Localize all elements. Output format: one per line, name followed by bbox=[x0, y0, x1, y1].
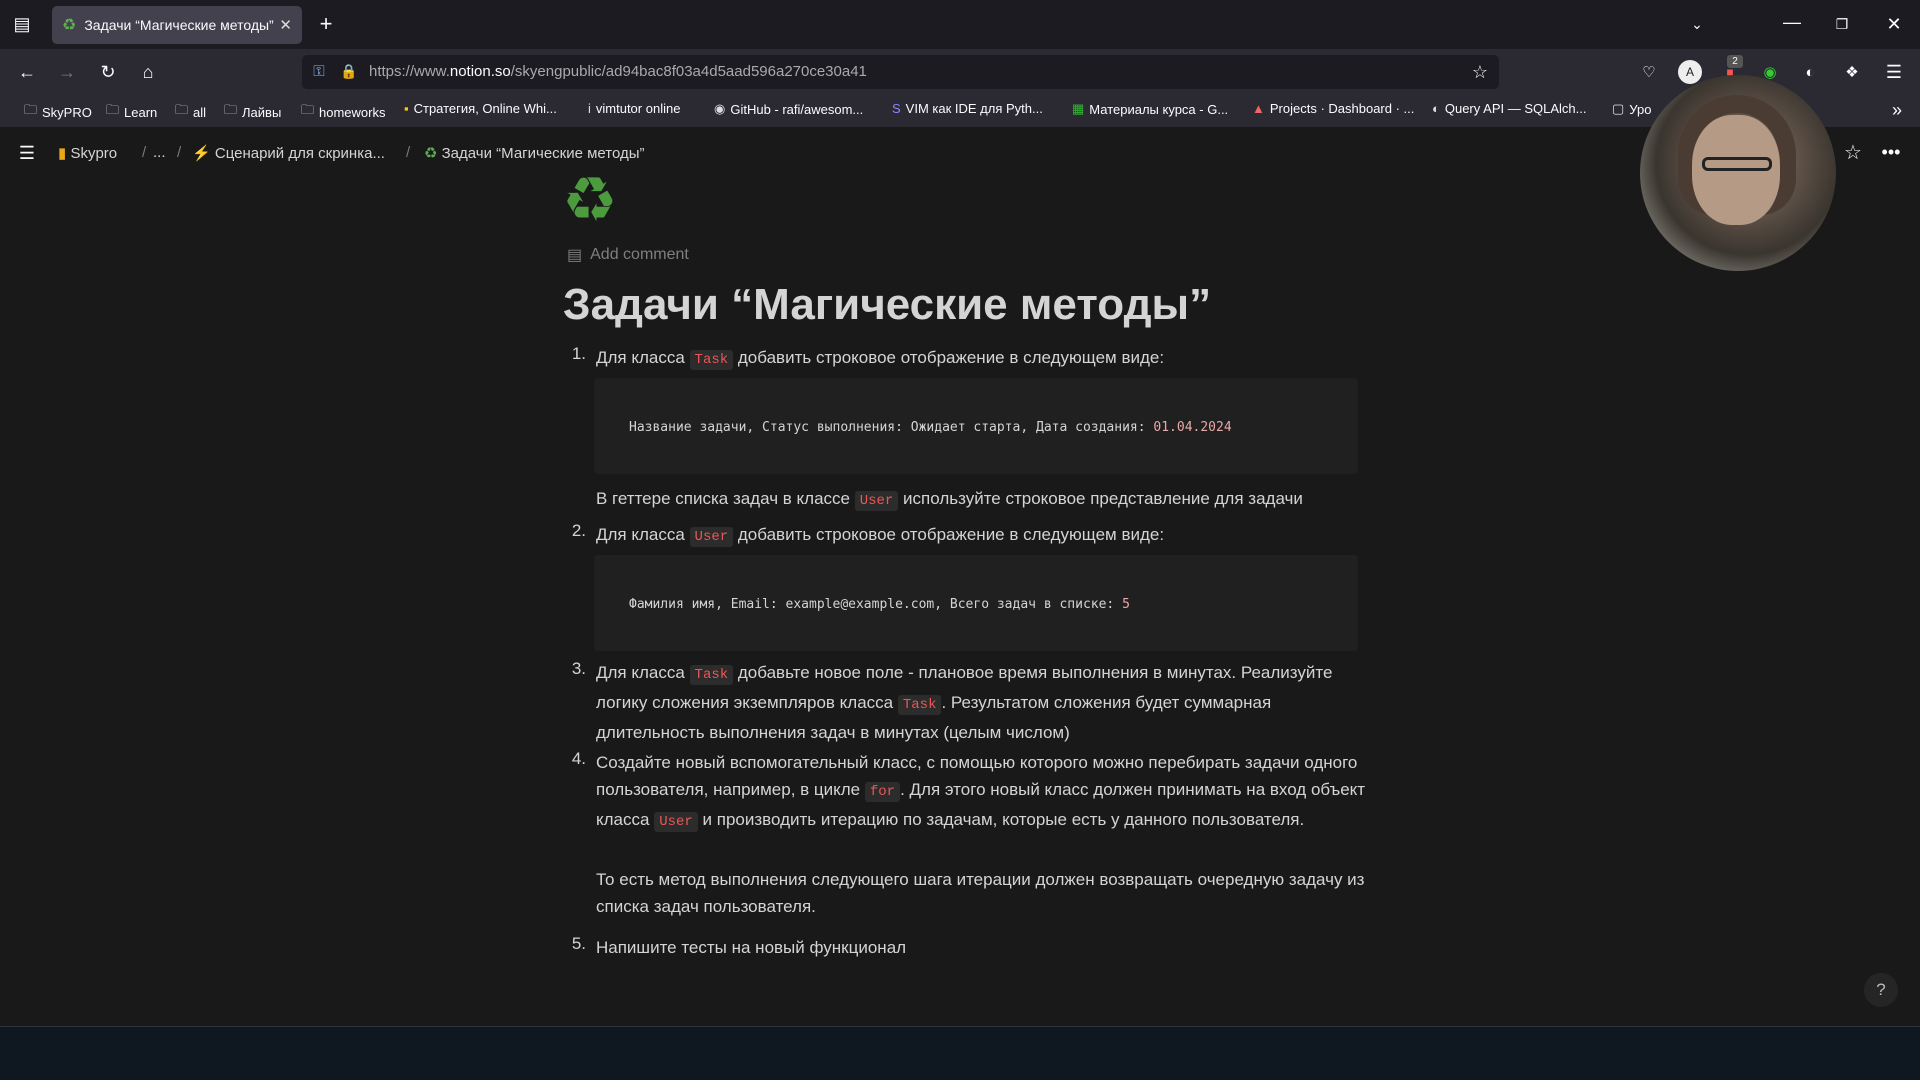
list-number: 3. bbox=[571, 659, 586, 678]
bookmark-item[interactable]: ▦ Материалы курса - G... bbox=[1072, 101, 1228, 117]
home-icon[interactable]: ⌂ bbox=[136, 60, 160, 84]
paragraph-text[interactable]: В геттере списка задач в классе User исп… bbox=[596, 485, 1366, 515]
skypro-icon: ▮ bbox=[58, 145, 67, 162]
extension-globe-icon[interactable]: ◐ bbox=[1798, 60, 1822, 84]
code-block-text: Фамилия имя, Email: example@example.com,… bbox=[629, 597, 1130, 612]
info-icon: i bbox=[588, 101, 591, 116]
sidebar-toggle-icon[interactable]: ☰ bbox=[14, 141, 40, 165]
comment-icon: ▤ bbox=[567, 247, 583, 264]
s-icon: S bbox=[892, 101, 901, 116]
extension-badge: 2 bbox=[1727, 55, 1743, 68]
lock-icon[interactable]: 🔒 bbox=[338, 60, 360, 82]
breadcrumb-current-page[interactable]: ♻ Задачи “Магические методы” bbox=[424, 144, 645, 162]
lightning-icon: ⚡ bbox=[192, 145, 211, 162]
bookmarks-overflow-icon[interactable]: » bbox=[1885, 98, 1909, 122]
minimize-icon[interactable]: — bbox=[1780, 10, 1804, 34]
favorite-star-icon[interactable]: ☆ bbox=[1840, 139, 1866, 165]
more-options-icon[interactable]: ••• bbox=[1878, 139, 1904, 165]
bookmark-item[interactable]: ▪ Стратегия, Online Whi... bbox=[404, 101, 557, 116]
webcam-avatar bbox=[1640, 75, 1836, 271]
miro-icon: ▪ bbox=[404, 101, 409, 116]
account-icon[interactable]: A bbox=[1678, 60, 1702, 84]
pocket-icon[interactable]: ♡ bbox=[1637, 60, 1661, 84]
breadcrumb-ellipsis[interactable]: ... bbox=[153, 144, 166, 161]
inline-code: Task bbox=[897, 695, 942, 715]
shield-icon[interactable]: ⚿ bbox=[308, 60, 330, 82]
list-item-text[interactable]: Создайте новый вспомогательный класс, с … bbox=[596, 749, 1366, 836]
folder-icon: 🗀 bbox=[224, 102, 238, 117]
bookmark-item[interactable]: i vimtutor online bbox=[588, 101, 680, 116]
forward-icon[interactable]: → bbox=[55, 60, 79, 84]
list-item-text[interactable]: Для класса User добавить строковое отобр… bbox=[596, 521, 1366, 551]
bookmark-item[interactable]: ▲ Projects · Dashboard · ... bbox=[1252, 101, 1414, 116]
page-title[interactable]: Задачи “Магические методы” bbox=[563, 280, 1211, 330]
breadcrumb-skypro[interactable]: ▮ Skypro bbox=[58, 144, 117, 162]
extensions-puzzle-icon[interactable]: ❖ bbox=[1840, 60, 1864, 84]
add-comment-button[interactable]: ▤ Add comment bbox=[567, 245, 689, 265]
page-icon-recycle[interactable]: ♻ bbox=[562, 170, 618, 232]
github-icon: ◉ bbox=[714, 101, 726, 116]
tab-title: Задачи “Магические методы” bbox=[84, 17, 274, 33]
globe-icon: ◐ bbox=[1432, 101, 1440, 116]
code-block-text: Название задачи, Статус выполнения: Ожид… bbox=[629, 420, 1232, 435]
bookmark-item[interactable]: 🗀 all bbox=[175, 101, 206, 123]
url-text[interactable]: https://www.notion.so/skyengpublic/ad94b… bbox=[369, 63, 867, 80]
bookmark-item[interactable]: 🗀 homeworks bbox=[301, 101, 385, 123]
menu-hamburger-icon[interactable]: ☰ bbox=[1882, 60, 1906, 84]
restore-icon[interactable]: ❐ bbox=[1830, 12, 1854, 36]
bookmark-item[interactable]: ◐ Query API — SQLAlch... bbox=[1432, 101, 1586, 116]
bookmark-item[interactable]: ◉ GitHub - rafi/awesom... bbox=[714, 101, 863, 117]
folder-icon: 🗀 bbox=[175, 102, 189, 117]
list-number: 1. bbox=[571, 344, 586, 363]
taskbar-strip bbox=[0, 1026, 1920, 1080]
inline-code: Task bbox=[689, 665, 734, 685]
tab-list-icon[interactable]: ⌄ bbox=[1685, 12, 1709, 36]
help-button[interactable]: ? bbox=[1864, 973, 1898, 1007]
bookmark-star-icon[interactable]: ☆ bbox=[1468, 60, 1492, 84]
list-number: 5. bbox=[571, 934, 586, 953]
recycle-icon: ♻ bbox=[424, 145, 438, 162]
bookmark-item[interactable]: 🗀 Лайвы bbox=[224, 101, 281, 123]
folder-icon: 🗀 bbox=[106, 102, 120, 117]
close-window-icon[interactable]: ✕ bbox=[1882, 12, 1906, 36]
breadcrumb-scenario[interactable]: ⚡ Сценарий для скринка... bbox=[192, 144, 385, 162]
recycle-icon: ♻ bbox=[62, 17, 77, 34]
breadcrumb-separator: / bbox=[142, 144, 147, 161]
reload-icon[interactable]: ↻ bbox=[96, 60, 120, 84]
bookmark-item[interactable]: ▢ Уро bbox=[1612, 101, 1651, 117]
breadcrumb-separator: / bbox=[177, 144, 182, 161]
list-item-text[interactable]: Для класса Task добавьте новое поле - пл… bbox=[596, 659, 1366, 746]
inline-code: User bbox=[854, 491, 899, 511]
list-number: 2. bbox=[571, 521, 586, 540]
tab-overview-icon[interactable]: ▤ bbox=[10, 12, 34, 36]
browser-tab-active[interactable]: ♻ Задачи “Магические методы” ✕ bbox=[52, 6, 302, 44]
paragraph-text[interactable]: То есть метод выполнения следующего шага… bbox=[596, 866, 1366, 920]
inline-code: Task bbox=[689, 350, 734, 370]
inline-code: User bbox=[654, 812, 698, 832]
list-item-text[interactable]: Для класса Task добавить строковое отобр… bbox=[596, 344, 1366, 374]
folder-icon: 🗀 bbox=[301, 102, 315, 117]
inline-code: for bbox=[864, 782, 901, 802]
close-tab-icon[interactable]: ✕ bbox=[279, 16, 292, 34]
bookmark-item[interactable]: 🗀 Learn bbox=[106, 101, 157, 123]
list-item-text[interactable]: Напишите тесты на новый функционал bbox=[596, 934, 1366, 961]
list-number: 4. bbox=[571, 749, 586, 768]
gitlab-icon: ▲ bbox=[1252, 101, 1265, 116]
back-icon[interactable]: ← bbox=[15, 60, 39, 84]
bookmark-item[interactable]: S VIM как IDE для Pyth... bbox=[892, 101, 1043, 116]
bookmark-item[interactable]: 🗀 SkyPRO bbox=[24, 101, 92, 123]
doc-icon: ▢ bbox=[1612, 101, 1625, 116]
new-tab-icon[interactable]: + bbox=[314, 11, 338, 36]
inline-code: User bbox=[689, 527, 734, 547]
sheets-icon: ▦ bbox=[1072, 101, 1085, 116]
folder-icon: 🗀 bbox=[24, 102, 38, 117]
breadcrumb-separator: / bbox=[406, 144, 411, 161]
